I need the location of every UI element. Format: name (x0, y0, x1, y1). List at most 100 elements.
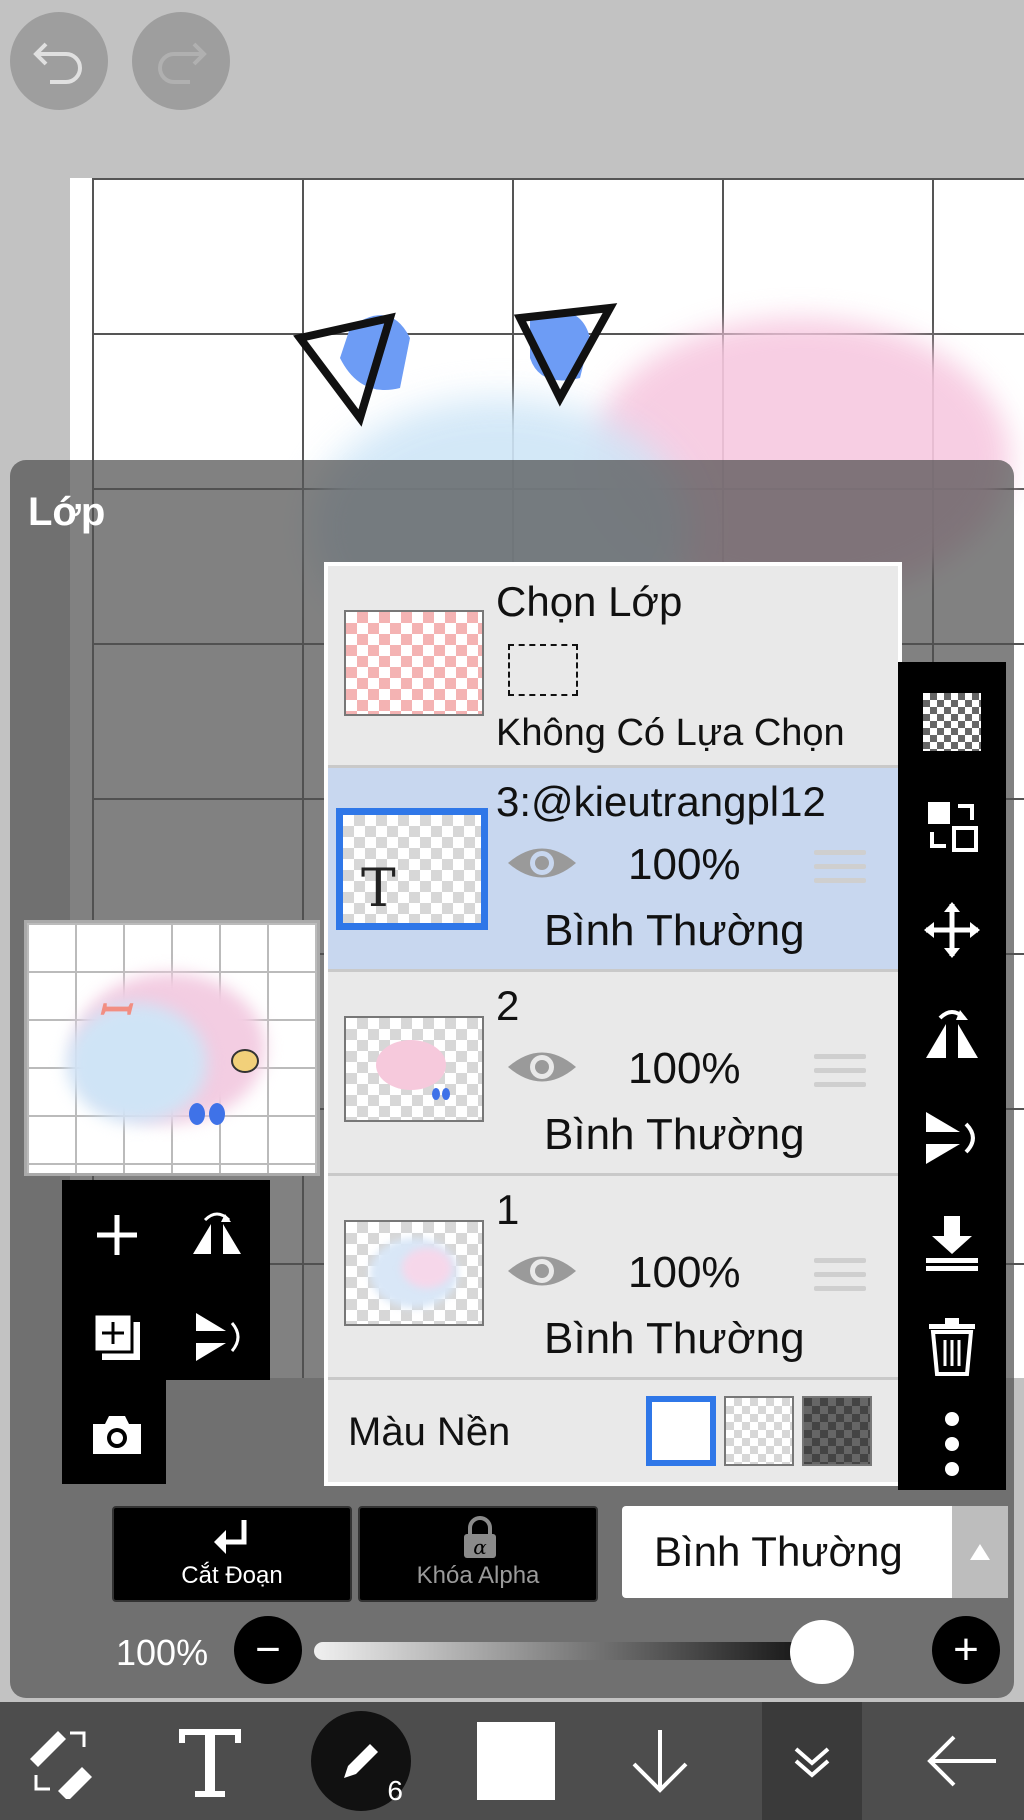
merge-down-icon (926, 1216, 978, 1271)
background-dark-swatch[interactable] (802, 1396, 872, 1466)
blend-dropdown-button[interactable] (952, 1506, 1008, 1598)
layer-opacity: 100% (628, 840, 741, 889)
panel-title: Lớp (28, 490, 106, 534)
delete-layer-button[interactable] (912, 1306, 992, 1386)
layer-blend: Bình Thường (544, 1110, 805, 1159)
duplicate-layer-icon (92, 1312, 140, 1360)
drag-handle[interactable] (814, 1258, 866, 1300)
drag-handle[interactable] (814, 850, 866, 892)
layer-name: 1 (496, 1186, 520, 1233)
layer-thumb-2 (344, 1016, 484, 1122)
preview-art-text: ꟷ (97, 987, 130, 1034)
more-vertical-icon (945, 1412, 959, 1476)
layer-blend: Bình Thường (544, 1314, 805, 1363)
opacity-decrease-button[interactable]: − (234, 1616, 302, 1684)
selection-layer-row[interactable]: Chọn Lớp Không Có Lựa Chọn (328, 566, 898, 768)
layer-row-1[interactable]: 1 100% Bình Thường (328, 1176, 898, 1380)
blend-mode-select[interactable]: Bình Thường (622, 1506, 1008, 1598)
redo-icon (158, 42, 207, 84)
color-swatch (477, 1722, 555, 1800)
opacity-label: 100% (116, 1632, 209, 1673)
layer-opacity: 100% (628, 1248, 741, 1297)
clip-arrow-icon (214, 1520, 247, 1554)
text-layer-icon: T (361, 859, 396, 919)
selection-status: Không Có Lựa Chọn (496, 712, 845, 754)
layer-thumb-3: T (336, 808, 488, 930)
background-transparent-swatch[interactable] (724, 1396, 794, 1466)
merge-down-button[interactable] (912, 1202, 992, 1282)
triangle-decorations (293, 303, 618, 427)
layer-row-3[interactable]: T 3:@kieutrangpl12 100% Bình Thường (328, 768, 898, 972)
flip-horizontal-button[interactable] (182, 1200, 252, 1270)
back-button[interactable] (912, 1702, 1012, 1820)
alpha-lock-label: Khóa Alpha (416, 1562, 540, 1589)
layer-tools-bar (898, 662, 1006, 1490)
drag-handle[interactable] (814, 1054, 866, 1096)
background-label: Màu Nền (348, 1410, 511, 1454)
opacity-increase-button[interactable]: + (932, 1616, 1000, 1684)
selection-layer-name: Chọn Lớp (496, 578, 683, 625)
opacity-slider-knob[interactable] (790, 1620, 854, 1684)
double-chevron-down-icon (794, 1747, 830, 1778)
selection-thumb (344, 610, 484, 716)
flip-vertical-icon (926, 1112, 975, 1164)
background-color-row: Màu Nền (328, 1380, 898, 1486)
flip-vertical-icon (196, 1313, 240, 1361)
bottom-toolbar: 6 (0, 1702, 1024, 1820)
layer-row-2[interactable]: 2 100% Bình Thường (328, 972, 898, 1176)
alpha-lock-button[interactable]: α Khóa Alpha (358, 1506, 598, 1602)
layers-button[interactable] (762, 1702, 862, 1820)
arrow-left-icon (927, 1735, 996, 1787)
move-layer-button[interactable] (912, 890, 992, 970)
brush-tool-button[interactable]: 6 (306, 1702, 416, 1820)
plus-icon (97, 1215, 137, 1255)
layer-name: 2 (496, 982, 520, 1029)
layer-opacity: 100% (628, 1044, 741, 1093)
camera-icon (93, 1416, 141, 1454)
arrow-down-icon (632, 1730, 688, 1793)
redo-button[interactable] (132, 12, 230, 110)
canvas-preview[interactable]: ꟷ (24, 920, 320, 1176)
eye-icon[interactable] (506, 840, 578, 886)
svg-text:α: α (473, 1535, 487, 1559)
eye-icon[interactable] (506, 1248, 578, 1294)
layer-down-button[interactable] (610, 1702, 710, 1820)
brush-eraser-toggle[interactable] (10, 1702, 110, 1820)
layer-panel: Lớp ꟷ Chọn Lớp Không Có Lựa Chọn T 3:@ki… (10, 460, 1014, 1698)
brush-eraser-swap-icon (30, 1731, 92, 1799)
triangle-up-icon (970, 1544, 990, 1560)
layer-blend: Bình Thường (544, 906, 805, 955)
color-button[interactable] (466, 1702, 566, 1820)
undo-button[interactable] (10, 12, 108, 110)
text-tool-button[interactable] (160, 1702, 260, 1820)
brush-size: 6 (387, 1775, 403, 1806)
clipping-button[interactable]: Cắt Đoạn (112, 1506, 352, 1602)
add-layer-button[interactable] (82, 1200, 152, 1270)
opacity-slider-track[interactable] (314, 1642, 854, 1660)
move-icon (924, 902, 980, 958)
trash-icon (929, 1318, 975, 1376)
layer-list: Chọn Lớp Không Có Lựa Chọn T 3:@kieutran… (324, 562, 902, 1486)
flip-layer-vertical-button[interactable] (912, 1098, 992, 1178)
eye-icon[interactable] (506, 1044, 578, 1090)
background-white-swatch[interactable] (646, 1396, 716, 1466)
swap-icon (928, 802, 978, 852)
minus-icon: − (255, 1625, 281, 1674)
flip-horizontal-icon (926, 1010, 978, 1058)
plus-icon: + (953, 1625, 979, 1674)
more-options-button[interactable] (912, 1404, 992, 1484)
flip-layer-horizontal-button[interactable] (912, 994, 992, 1074)
blend-mode-value: Bình Thường (654, 1528, 903, 1575)
layer-name: 3:@kieutrangpl12 (496, 778, 826, 825)
selection-marquee-icon (508, 644, 578, 696)
camera-button[interactable] (82, 1400, 152, 1470)
pen-icon (344, 1744, 378, 1778)
flip-vertical-button[interactable] (182, 1302, 252, 1372)
transparent-fill-button[interactable] (912, 682, 992, 762)
lock-icon: α (464, 1516, 496, 1559)
duplicate-layer-button[interactable] (82, 1302, 152, 1372)
layer-thumb-1 (344, 1220, 484, 1326)
swap-layer-button[interactable] (912, 786, 992, 866)
flip-horizontal-icon (193, 1212, 241, 1254)
text-tool-icon (179, 1729, 241, 1797)
